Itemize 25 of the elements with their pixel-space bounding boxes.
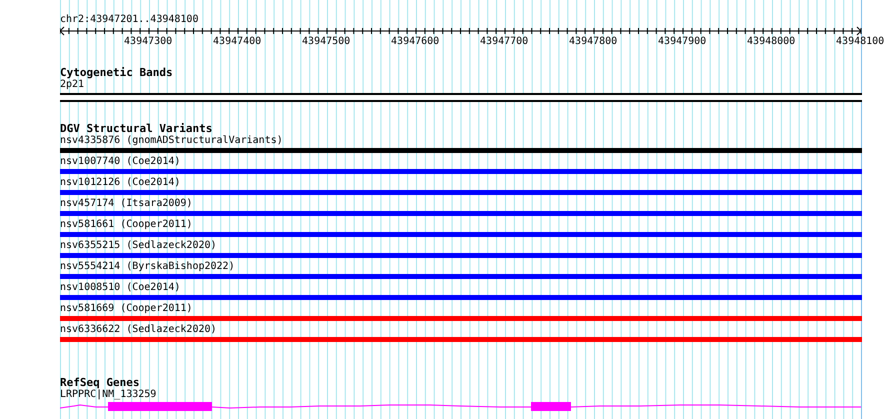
ruler-tick-label: 43948100	[836, 36, 884, 48]
track-title: DGV Structural Variants	[60, 123, 212, 135]
variant-label: nsv581661 (Cooper2011)	[60, 219, 192, 231]
gene-label: LRPPRC|NM_133259	[60, 389, 156, 401]
variant-label: nsv1008510 (Coe2014)	[60, 282, 180, 294]
variant-label: nsv581669 (Cooper2011)	[60, 303, 192, 315]
ruler-tick-label: 43947800	[569, 36, 618, 48]
track-title: RefSeq Genes	[60, 377, 140, 389]
ruler-tick-label: 43947900	[658, 36, 706, 48]
variant-label: nsv457174 (Itsara2009)	[60, 198, 192, 210]
ruler-tick-label: 43947400	[213, 36, 262, 48]
band-label: 2p21	[60, 79, 84, 91]
ruler-tick-label: 43947700	[480, 36, 528, 48]
variant-label: nsv4335876 (gnomADStructuralVariants)	[60, 135, 283, 147]
ruler-tick-label: 43947500	[302, 36, 350, 48]
ruler-tick-label: 43947600	[391, 36, 440, 48]
ruler-tick-label: 43948000	[747, 36, 796, 48]
variant-label: nsv5554214 (ByrskaBishop2022)	[60, 261, 235, 273]
variant-label: nsv1012126 (Coe2014)	[60, 177, 180, 189]
variant-label: nsv1007740 (Coe2014)	[60, 156, 180, 168]
track-title: Cytogenetic Bands	[60, 67, 173, 79]
region-label: chr2:43947201..43948100	[60, 14, 198, 26]
variant-label: nsv6336622 (Sedlazeck2020)	[60, 324, 217, 336]
ruler-tick-label: 43947300	[124, 36, 172, 48]
variant-label: nsv6355215 (Sedlazeck2020)	[60, 240, 217, 252]
